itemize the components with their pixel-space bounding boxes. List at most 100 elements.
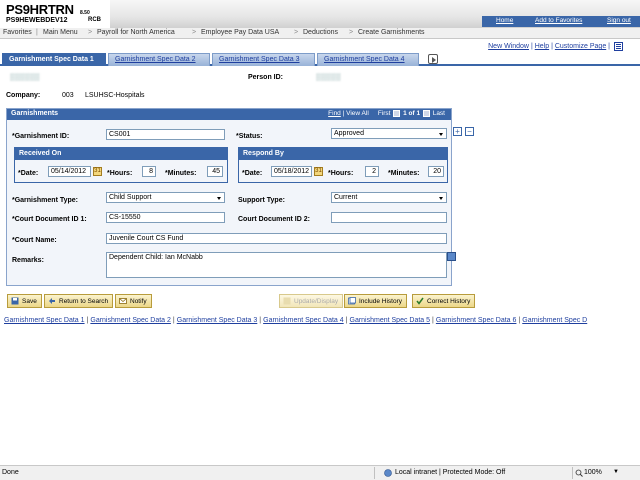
court-name-label: *Court Name:: [12, 237, 57, 244]
include-history-label: Include History: [359, 298, 402, 305]
status-text: Done: [2, 469, 19, 476]
calendar-icon[interactable]: 31: [314, 167, 323, 176]
person-id-label: Person ID:: [248, 74, 284, 81]
received-on-group: Received On *Date: 05/14/2012 31 *Hours:…: [14, 147, 228, 183]
sign-out-link[interactable]: Sign out: [607, 17, 631, 24]
person-id-redacted: ▒▒▒▒▒: [316, 74, 341, 81]
received-hours-label: *Hours:: [107, 170, 133, 177]
court-document-id-2-field[interactable]: [331, 212, 447, 223]
correct-history-label: Correct History: [427, 298, 471, 305]
company-code: 003: [62, 92, 74, 99]
tab-garnishment-spec-data-2[interactable]: Garnishment Spec Data 2: [108, 53, 210, 66]
link-garnishment-spec-data-5[interactable]: Garnishment Spec Data 5: [350, 317, 431, 324]
save-icon: [11, 297, 19, 305]
breadcrumb-payroll[interactable]: Payroll for North America: [97, 29, 175, 36]
respond-date-field[interactable]: 05/18/2012: [271, 166, 312, 177]
respond-minutes-label: *Minutes:: [388, 170, 420, 177]
page-list-icon[interactable]: [614, 42, 623, 51]
garnishments-title: Garnishments: [11, 110, 59, 117]
person-name-redacted: ▒▒▒▒▒▒: [10, 74, 40, 81]
page-tabs: Garnishment Spec Data 1 Garnishment Spec…: [0, 52, 640, 66]
received-hours-field[interactable]: 8: [142, 166, 156, 177]
include-history-button[interactable]: Include History: [344, 294, 407, 308]
page-header: PS9HRTRN 8.50 PS9HEWEBDEV12 RCB Home Add…: [0, 0, 640, 28]
status-dropdown[interactable]: Approved: [331, 128, 447, 139]
tab-garnishment-spec-data-4[interactable]: Garnishment Spec Data 4: [317, 53, 419, 66]
spell-check-icon[interactable]: [447, 252, 456, 261]
garnishment-type-dropdown[interactable]: Child Support: [106, 192, 225, 203]
received-on-title: Received On: [15, 148, 227, 160]
remarks-textarea[interactable]: Dependent Child: Ian McNabb: [106, 252, 447, 278]
breadcrumb-separator: >: [88, 29, 93, 36]
tab-garnishment-spec-data-3[interactable]: Garnishment Spec Data 3: [212, 53, 315, 66]
first-label: First: [377, 110, 391, 118]
support-type-label: Support Type:: [238, 197, 285, 204]
zoom-dropdown-icon[interactable]: ▼: [613, 469, 619, 475]
respond-minutes-field[interactable]: 20: [428, 166, 444, 177]
return-to-search-label: Return to Search: [59, 298, 109, 305]
breadcrumb-separator: |: [36, 29, 38, 36]
link-garnishment-spec-data-4[interactable]: Garnishment Spec Data 4: [263, 317, 344, 324]
tab-next-arrow-icon[interactable]: [428, 54, 438, 64]
scroll-navigation: Find | View All First 1 of 1 Last: [328, 110, 445, 117]
delete-row-icon[interactable]: −: [465, 127, 474, 136]
help-link[interactable]: Help: [535, 43, 549, 50]
home-link[interactable]: Home: [496, 17, 513, 24]
link-garnishment-spec-data-3[interactable]: Garnishment Spec Data 3: [177, 317, 258, 324]
previous-arrow-icon[interactable]: [393, 110, 401, 117]
support-type-dropdown[interactable]: Current: [331, 192, 447, 203]
separator: |: [342, 110, 345, 118]
add-to-favorites-link[interactable]: Add to Favorites: [535, 17, 582, 24]
user-initials: RCB: [88, 17, 101, 23]
return-icon: [49, 298, 55, 304]
intranet-globe-icon: [384, 469, 392, 477]
breadcrumb-separator: >: [294, 29, 299, 36]
correct-history-icon: [416, 297, 424, 305]
correct-history-button[interactable]: Correct History: [412, 294, 476, 308]
save-button-label: Save: [22, 298, 37, 305]
next-arrow-icon[interactable]: [422, 110, 430, 117]
respond-hours-label: *Hours:: [328, 170, 354, 177]
zoom-level[interactable]: 100%: [584, 469, 602, 476]
garnishment-type-label: *Garnishment Type:: [12, 197, 78, 204]
page-links-bar: Garnishment Spec Data 1 | Garnishment Spec…: [4, 317, 587, 324]
tab-garnishment-spec-data-1[interactable]: Garnishment Spec Data 1: [2, 53, 106, 66]
breadcrumb-deductions[interactable]: Deductions: [303, 29, 338, 36]
database-title: PS9HRTRN: [6, 2, 74, 17]
zoom-icon: [575, 469, 583, 477]
received-minutes-label: *Minutes:: [165, 170, 197, 177]
link-garnishment-spec-data-1[interactable]: Garnishment Spec Data 1: [4, 317, 85, 324]
menu-main-menu[interactable]: Main Menu: [43, 29, 78, 36]
breadcrumb-create-garnishments: Create Garnishments: [358, 29, 425, 36]
find-link[interactable]: Find: [328, 110, 341, 117]
status-divider: [374, 467, 375, 479]
server-name: PS9HEWEBDEV12: [6, 17, 68, 24]
respond-hours-field[interactable]: 2: [365, 166, 379, 177]
breadcrumb-separator: >: [349, 29, 354, 36]
security-zone-text: Local intranet | Protected Mode: Off: [395, 469, 506, 476]
breadcrumb-separator: >: [192, 29, 197, 36]
last-label: Last: [432, 110, 445, 118]
link-garnishment-spec-data-7[interactable]: Garnishment Spec D: [522, 317, 587, 324]
view-all-link[interactable]: View All: [346, 110, 369, 117]
link-garnishment-spec-data-2[interactable]: Garnishment Spec Data 2: [90, 317, 171, 324]
received-minutes-field[interactable]: 45: [207, 166, 223, 177]
notify-button[interactable]: Notify: [115, 294, 152, 308]
company-name: LSUHSC-Hospitals: [85, 92, 145, 99]
court-name-field[interactable]: Juvenile Court CS Fund: [106, 233, 447, 244]
received-date-field[interactable]: 05/14/2012: [48, 166, 91, 177]
add-row-icon[interactable]: +: [453, 127, 462, 136]
garnishment-id-field[interactable]: CS001: [106, 129, 225, 140]
link-garnishment-spec-data-6[interactable]: Garnishment Spec Data 6: [436, 317, 517, 324]
court-document-id-1-field[interactable]: CS-15550: [106, 212, 225, 223]
notify-icon: [119, 298, 127, 304]
separator: |: [608, 43, 610, 50]
return-to-search-button[interactable]: Return to Search: [44, 294, 114, 308]
update-display-button[interactable]: Update/Display: [279, 294, 344, 308]
menu-favorites[interactable]: Favorites: [3, 29, 32, 36]
save-button[interactable]: Save: [7, 294, 42, 308]
customize-page-link[interactable]: Customize Page: [555, 43, 606, 50]
breadcrumb-employee-pay-data[interactable]: Employee Pay Data USA: [201, 29, 279, 36]
calendar-icon[interactable]: 31: [93, 167, 102, 176]
new-window-link[interactable]: New Window: [488, 43, 529, 50]
